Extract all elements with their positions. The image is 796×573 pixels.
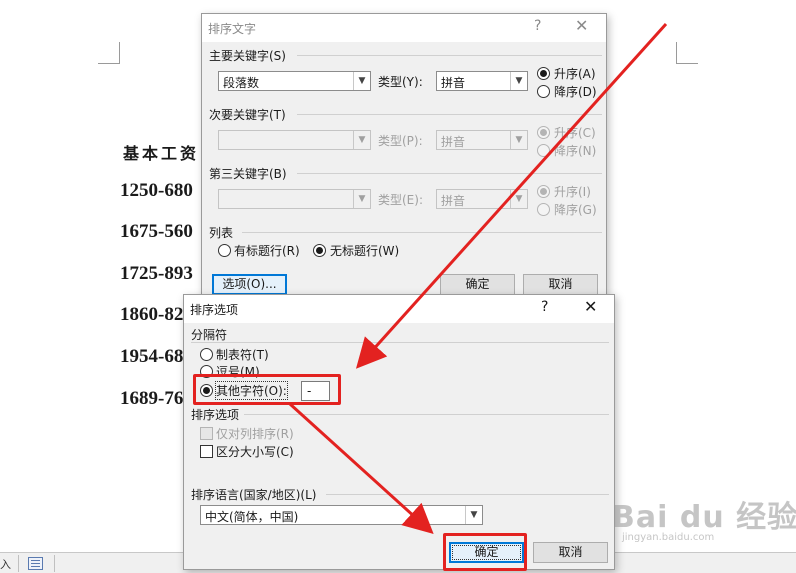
annotation-arrows (288, 22, 668, 535)
annotation-arrow-to-ok (288, 402, 434, 535)
annotation-arrow-to-separator (355, 22, 668, 369)
watermark-url: jingyan.baidu.com (622, 532, 715, 543)
watermark-logo: Bai du 经验 (612, 500, 796, 535)
